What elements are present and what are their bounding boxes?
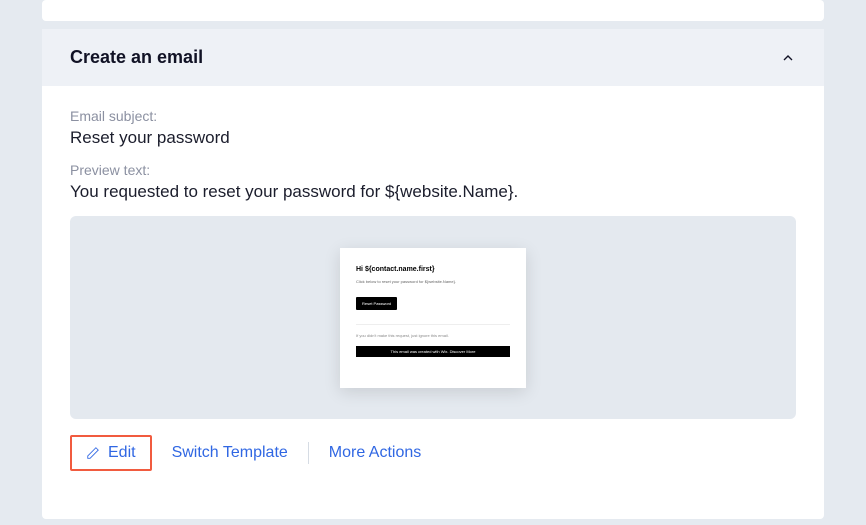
actions-row: Edit Switch Template More Actions bbox=[70, 435, 796, 471]
previous-step-card bbox=[42, 0, 824, 21]
subject-label: Email subject: bbox=[70, 108, 796, 124]
preview-text-label: Preview text: bbox=[70, 162, 796, 178]
create-email-panel: Create an email Email subject: Reset you… bbox=[42, 29, 824, 519]
preview-divider bbox=[356, 324, 510, 325]
email-preview-area: Hi ${contact.name.first} Click below to … bbox=[70, 216, 796, 419]
edit-button[interactable]: Edit bbox=[108, 444, 136, 462]
more-actions-button[interactable]: More Actions bbox=[329, 444, 421, 462]
preview-greeting: Hi ${contact.name.first} bbox=[356, 266, 510, 273]
panel-title: Create an email bbox=[70, 47, 203, 68]
preview-body-line: Click below to reset your password for $… bbox=[356, 279, 510, 284]
preview-footer: This email was created with Wix. Discove… bbox=[356, 346, 510, 357]
email-preview-thumbnail: Hi ${contact.name.first} Click below to … bbox=[340, 248, 526, 388]
chevron-up-icon bbox=[780, 50, 796, 66]
preview-note: If you didn't make this request, just ig… bbox=[356, 333, 510, 338]
actions-divider bbox=[308, 442, 309, 464]
preview-reset-button: Reset Password bbox=[356, 297, 397, 310]
preview-text-value: You requested to reset your password for… bbox=[70, 182, 796, 202]
panel-body: Email subject: Reset your password Previ… bbox=[42, 86, 824, 493]
pencil-icon bbox=[86, 446, 100, 460]
subject-value: Reset your password bbox=[70, 128, 796, 148]
panel-header[interactable]: Create an email bbox=[42, 29, 824, 86]
edit-button-highlight: Edit bbox=[70, 435, 152, 471]
switch-template-button[interactable]: Switch Template bbox=[172, 444, 288, 462]
